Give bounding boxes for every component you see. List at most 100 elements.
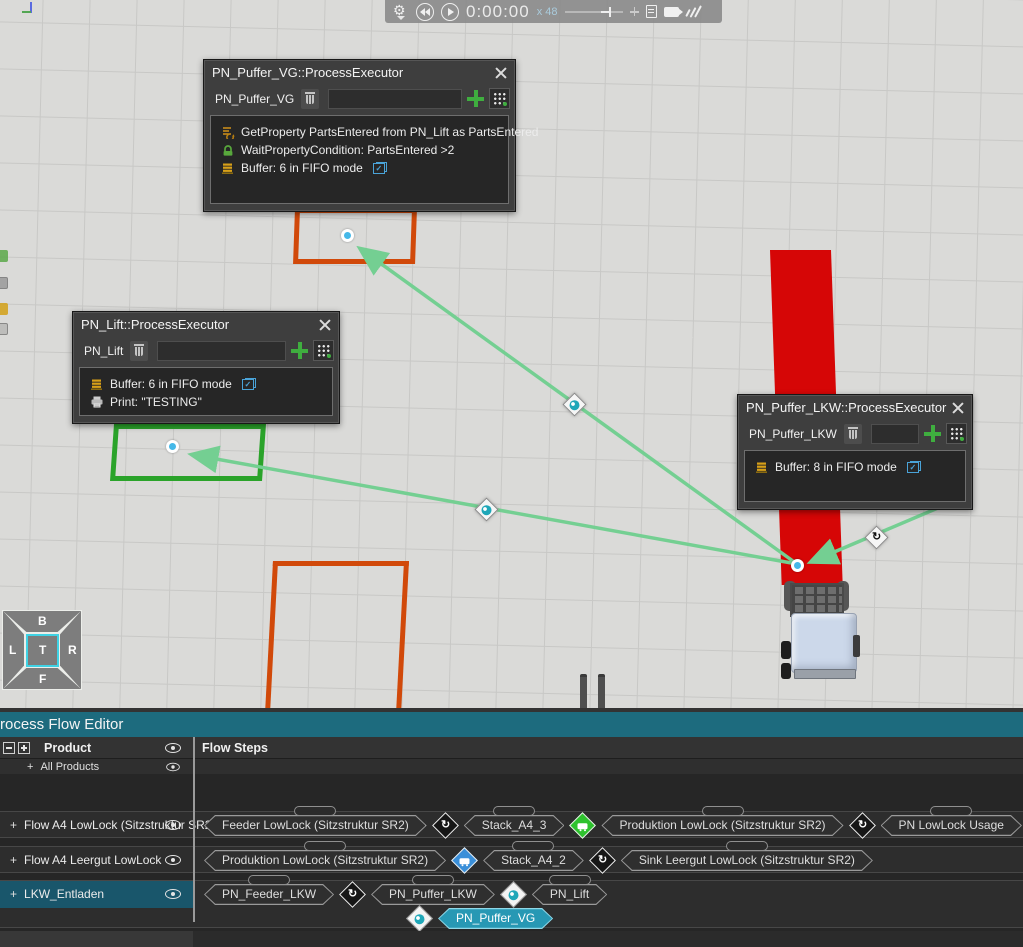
panel-pn-puffer-vg[interactable]: PN_Puffer_VG::ProcessExecutor PN_Puffer_… (203, 59, 516, 212)
flow-step-chip[interactable]: PN LowLock Usage (881, 815, 1022, 836)
simulation-speed: x 48 (537, 6, 558, 18)
tab-pn-puffer-vg[interactable]: PN_Puffer_VG (209, 88, 323, 110)
flow-step-chip[interactable]: PN_Puffer_LKW (371, 884, 495, 905)
delete-process-icon[interactable] (130, 341, 148, 361)
close-icon[interactable] (495, 67, 507, 79)
flow-row-lkw-entladen[interactable]: + LKW_Entladen PN_Feeder_LKW ↻ PN_Puffer… (0, 880, 1023, 928)
flow-step-chip[interactable]: PN_Lift (532, 884, 607, 905)
statement-buffer[interactable]: Buffer: 6 in FIFO mode (221, 159, 498, 177)
grid-view-icon[interactable] (313, 340, 334, 361)
view-navigation-cube[interactable]: B L T R F (2, 610, 82, 690)
delete-process-icon[interactable] (844, 424, 862, 444)
flow-step-chip[interactable]: Produktion LowLock (Sitzstruktur SR2) (601, 815, 843, 836)
all-products-label[interactable]: All Products (40, 761, 99, 773)
add-process-icon[interactable] (924, 425, 941, 442)
grid-view-icon[interactable] (946, 423, 967, 444)
close-icon[interactable] (952, 402, 964, 414)
column-divider[interactable] (193, 737, 195, 922)
flow-step-chip[interactable]: Produktion LowLock (Sitzstruktur SR2) (204, 850, 446, 871)
statement-print[interactable]: Print: "TESTING" (90, 393, 322, 411)
visibility-eye-icon[interactable] (165, 820, 181, 830)
checked-copies-icon[interactable] (373, 162, 386, 174)
panel-title: PN_Lift::ProcessExecutor (81, 317, 319, 332)
statement-waitpropertycondition[interactable]: WaitPropertyCondition: PartsEntered >2 (221, 141, 498, 159)
robot-transport-icon[interactable]: ↻ (849, 812, 876, 839)
statement-list[interactable]: GetProperty PartsEntered from PN_Lift as… (210, 115, 509, 204)
process-node-blue[interactable] (166, 440, 179, 453)
statement-getproperty[interactable]: GetProperty PartsEntered from PN_Lift as… (221, 123, 498, 141)
record-video-icon[interactable] (664, 7, 679, 17)
getproperty-icon (221, 125, 235, 139)
flow-step-chip-selected[interactable]: PN_Puffer_VG (438, 908, 553, 929)
visibility-eye-icon[interactable] (165, 743, 181, 753)
checked-copies-icon[interactable] (907, 461, 920, 473)
flow-step-pill (493, 806, 535, 816)
expander-icon[interactable]: + (10, 887, 17, 901)
visibility-eye-icon[interactable] (166, 762, 180, 771)
human-transport-icon[interactable] (406, 905, 433, 932)
buffer-icon (90, 377, 104, 391)
flow-row-empty[interactable] (0, 931, 1023, 947)
add-process-icon[interactable] (467, 90, 484, 107)
flow-step-chip[interactable]: PN_Feeder_LKW (204, 884, 334, 905)
flow-step-pill (726, 841, 768, 851)
panel-pn-lift[interactable]: PN_Lift::ProcessExecutor PN_Lift Buffer:… (72, 311, 340, 424)
flow-step-chip[interactable]: Feeder LowLock (Sitzstruktur SR2) (204, 815, 427, 836)
robot-transport-icon[interactable]: ↻ (339, 881, 366, 908)
panel-title: PN_Puffer_LKW::ProcessExecutor (746, 400, 952, 415)
flow-step-pill (412, 875, 454, 885)
panel-pn-puffer-lkw[interactable]: PN_Puffer_LKW::ProcessExecutor PN_Puffer… (737, 394, 973, 510)
expander-icon[interactable]: + (10, 853, 17, 867)
expand-all-icon[interactable] (18, 742, 30, 754)
buffer-icon (221, 161, 235, 175)
reset-simulation-button[interactable] (416, 3, 434, 21)
collapse-all-icon[interactable] (3, 742, 15, 754)
viewport-3d[interactable]: ↻ B L T R F ⚙ 0:00:00 x 48 PN_Puffer_V (0, 0, 1023, 712)
pfe-titlebar[interactable]: Process Flow Editor (0, 712, 1023, 737)
print-icon (90, 395, 104, 409)
buffer-icon (755, 460, 769, 474)
robot-transport-icon[interactable]: ↻ (432, 812, 459, 839)
process-node-blue[interactable] (791, 559, 804, 572)
flow-step-chip[interactable]: Sink Leergut LowLock (Sitzstruktur SR2) (621, 850, 873, 871)
nav-label-top: T (39, 643, 46, 657)
expander-icon[interactable]: + (10, 818, 17, 832)
panel-title: PN_Puffer_VG::ProcessExecutor (212, 65, 495, 80)
statement-buffer[interactable]: Buffer: 6 in FIFO mode (90, 375, 322, 393)
close-icon[interactable] (319, 319, 331, 331)
statement-list[interactable]: Buffer: 8 in FIFO mode (744, 450, 966, 502)
nav-label-front: F (39, 672, 46, 686)
simulation-settings-icon[interactable]: ⚙ (393, 3, 409, 21)
visibility-eye-icon[interactable] (165, 855, 181, 865)
play-simulation-button[interactable] (441, 3, 459, 21)
nav-label-right: R (68, 643, 77, 657)
connectivity-icon[interactable] (686, 5, 700, 18)
statement-buffer[interactable]: Buffer: 8 in FIFO mode (755, 458, 955, 476)
expander-icon[interactable]: + (27, 761, 33, 773)
flow-step-chip[interactable]: Stack_A4_2 (483, 850, 584, 871)
agv-transport-icon[interactable] (570, 812, 597, 839)
process-node-blue[interactable] (341, 229, 354, 242)
grid-view-icon[interactable] (489, 88, 510, 109)
checked-copies-icon[interactable] (242, 378, 255, 390)
delete-process-icon[interactable] (301, 89, 319, 109)
increase-speed-icon[interactable] (630, 7, 639, 16)
flow-row-a4-lowlock[interactable]: + Flow A4 LowLock (Sitzstruktur SR2) Fee… (0, 811, 1023, 838)
tab-pn-puffer-lkw[interactable]: PN_Puffer_LKW (743, 423, 866, 445)
speed-slider[interactable] (565, 6, 623, 18)
flow-row-a4-leergut[interactable]: + Flow A4 Leergut LowLock Produktion Low… (0, 846, 1023, 873)
tab-well (328, 89, 462, 109)
robot-transport-icon[interactable]: ↻ (589, 847, 616, 874)
flow-step-chip[interactable]: Stack_A4_3 (464, 815, 565, 836)
simulation-toolbar[interactable]: ⚙ 0:00:00 x 48 (385, 0, 722, 23)
tab-pn-lift[interactable]: PN_Lift (78, 340, 152, 362)
add-process-icon[interactable] (291, 342, 308, 359)
export-pdf-icon[interactable] (646, 5, 657, 18)
flow-step-pill (248, 875, 290, 885)
process-flow-editor[interactable]: Process Flow Editor Product Flow Steps +… (0, 712, 1023, 922)
human-transport-icon[interactable] (500, 881, 527, 908)
agv-transport-icon[interactable] (451, 847, 478, 874)
statement-list[interactable]: Buffer: 6 in FIFO mode Print: "TESTING" (79, 367, 333, 416)
flow-step-pill (549, 875, 591, 885)
visibility-eye-icon[interactable] (165, 889, 181, 899)
